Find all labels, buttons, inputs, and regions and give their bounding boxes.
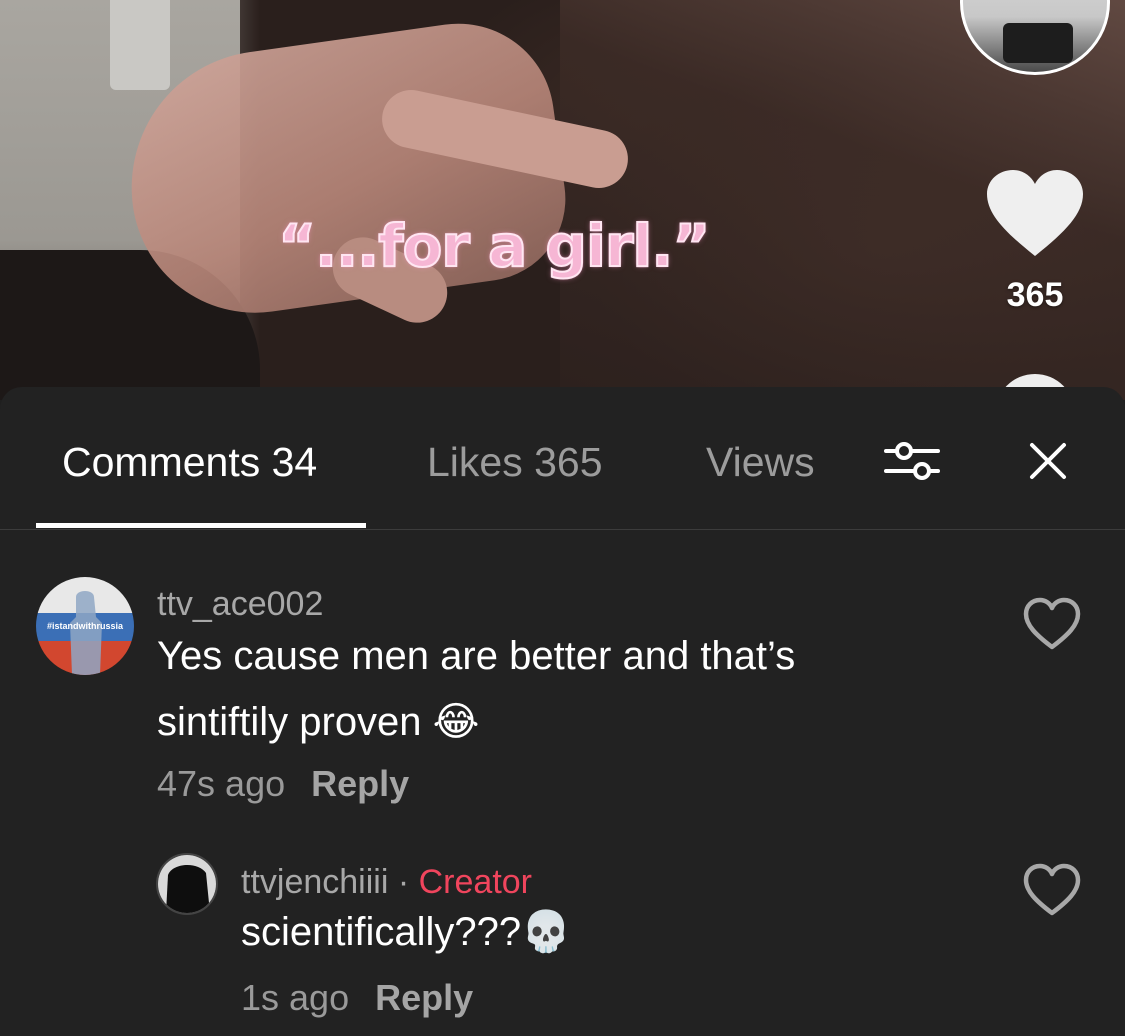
- sliders-icon[interactable]: [884, 439, 940, 483]
- comment-username[interactable]: ttv_ace002: [157, 585, 323, 624]
- heart-icon[interactable]: [1023, 597, 1081, 651]
- heart-icon[interactable]: [1023, 863, 1081, 917]
- comment-meta: 1s ago Reply: [241, 977, 473, 1019]
- tab-views[interactable]: Views: [706, 439, 815, 486]
- comment-text: scientifically???💀: [241, 910, 571, 954]
- comment-meta: 47s ago Reply: [157, 763, 409, 805]
- avatar[interactable]: [156, 853, 218, 915]
- comments-sheet: Comments 34 Likes 365 Views #istandwithr…: [0, 387, 1125, 1036]
- video-player[interactable]: “...for a girl.”: [0, 0, 1125, 400]
- comment-username-line: ttvjenchiiii · Creator: [241, 863, 532, 902]
- active-tab-indicator: [36, 523, 366, 528]
- avatar-image: [158, 855, 216, 913]
- video-caption-overlay: “...for a girl.”: [277, 211, 711, 281]
- avatar-image: #istandwithrussia: [36, 577, 134, 675]
- comment-timestamp: 1s ago: [241, 977, 350, 1018]
- close-icon[interactable]: [1026, 439, 1070, 483]
- tab-bar: Comments 34 Likes 365 Views: [0, 387, 1125, 530]
- separator-dot: ·: [397, 863, 410, 901]
- avatar-image-detail: [1003, 23, 1073, 63]
- tab-comments[interactable]: Comments 34: [62, 439, 317, 486]
- video-like-count: 365: [1006, 276, 1064, 314]
- comment-username[interactable]: ttvjenchiiii: [241, 863, 388, 901]
- creator-badge: Creator: [418, 863, 532, 901]
- comment-text: Yes cause men are better and that’s sint…: [157, 634, 796, 744]
- comment-timestamp: 47s ago: [157, 763, 286, 804]
- svg-text:#istandwithrussia: #istandwithrussia: [47, 621, 124, 631]
- avatar[interactable]: #istandwithrussia: [36, 577, 134, 675]
- picture-frame: [110, 0, 170, 90]
- reply-button[interactable]: Reply: [311, 763, 409, 804]
- tab-likes[interactable]: Likes 365: [427, 439, 603, 486]
- heart-icon[interactable]: [985, 168, 1085, 260]
- reply-button[interactable]: Reply: [375, 977, 473, 1018]
